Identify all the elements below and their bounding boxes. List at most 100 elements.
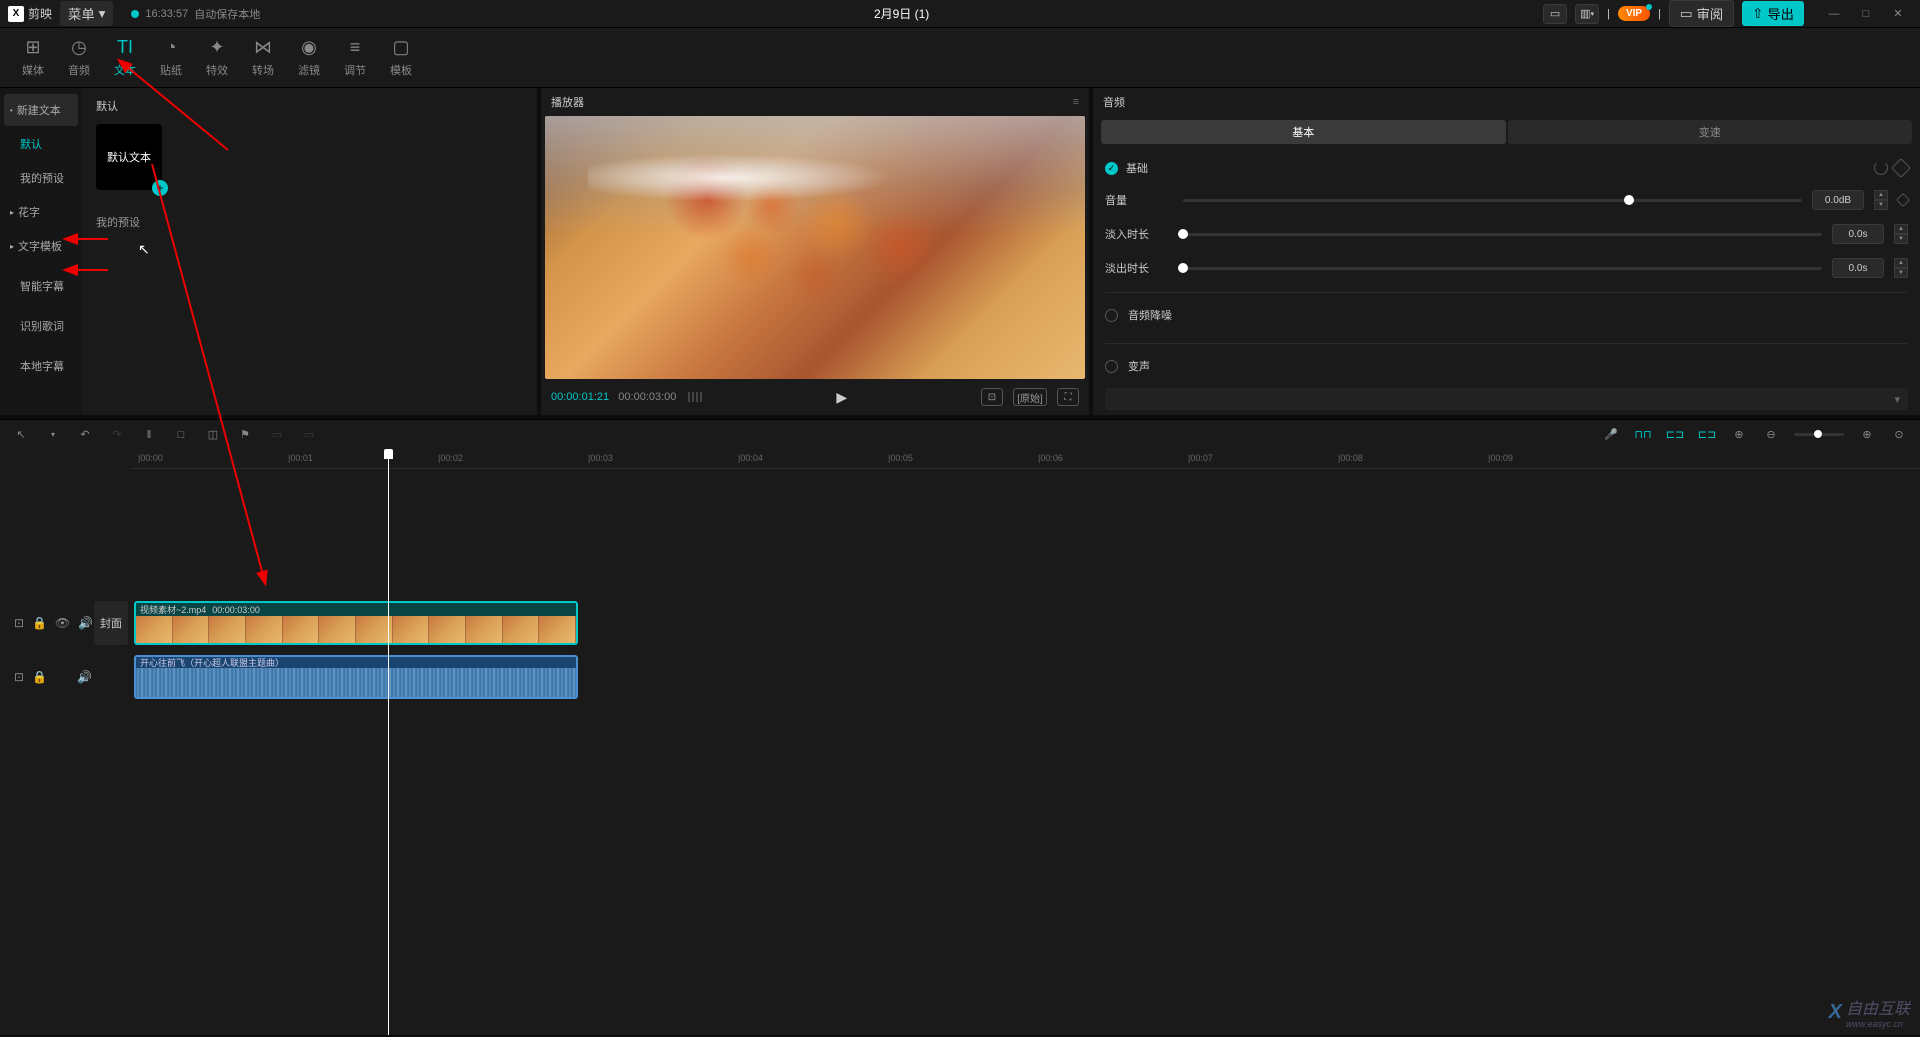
tab-effect[interactable]: ✦特效 <box>194 37 240 78</box>
play-button[interactable]: ▶ <box>710 389 973 406</box>
fadein-value[interactable]: 0.0s <box>1832 224 1884 244</box>
tab-template[interactable]: ▢模板 <box>378 37 424 78</box>
noise-checkbox[interactable] <box>1105 309 1118 322</box>
track-toggle-icon[interactable]: ⊡ <box>14 670 24 684</box>
fadeout-stepper[interactable]: ▲▼ <box>1894 258 1908 278</box>
sidebar-item-local-subtitle[interactable]: 本地字幕 <box>4 350 78 382</box>
keyframe-icon[interactable] <box>1891 158 1911 178</box>
volume-stepper[interactable]: ▲▼ <box>1874 190 1888 210</box>
sticker-icon: ◔ <box>166 37 177 58</box>
video-track-row: ⊡ 🔒 👁 🔊 封面 视频素材~2.mp4 00:00:03:00 <box>0 599 1920 647</box>
transition-icon: ⋈ <box>254 37 272 58</box>
zoom-out-button[interactable]: ⊖ <box>1762 426 1780 444</box>
noise-label: 音频降噪 <box>1128 307 1172 323</box>
media-icon: ⊞ <box>25 37 40 58</box>
audio-tab-speed[interactable]: 变速 <box>1508 120 1913 144</box>
fadein-slider[interactable] <box>1183 233 1822 236</box>
crop-tool[interactable]: ◫ <box>204 426 222 444</box>
fullscreen-icon[interactable]: ⛶ <box>1057 388 1079 406</box>
speaker-icon[interactable]: 🔊 <box>77 670 92 684</box>
export-icon: ⇧ <box>1752 6 1763 22</box>
preview-viewport[interactable] <box>545 116 1085 379</box>
sidebar-item-default[interactable]: 默认 <box>4 128 78 160</box>
tab-sticker[interactable]: ◔贴纸 <box>148 37 194 78</box>
template-icon: ▢ <box>392 37 409 58</box>
maximize-button[interactable]: □ <box>1852 4 1880 24</box>
layout-icon-2[interactable]: ▥▾ <box>1575 4 1599 24</box>
add-text-button[interactable]: + <box>152 180 168 196</box>
eye-icon[interactable]: 👁 <box>55 616 70 630</box>
audio-panel: 音频 基本 变速 ✓ 基础 音量 0.0dB ▲▼ <box>1093 88 1920 415</box>
chevron-down-icon: ▾ <box>99 6 106 22</box>
close-button[interactable]: ✕ <box>1884 4 1912 24</box>
cover-button[interactable]: 封面 <box>94 601 128 645</box>
tab-audio[interactable]: ◷音频 <box>56 37 102 78</box>
logo-icon: X <box>8 6 24 22</box>
sidebar-item-recognize-lyrics[interactable]: 识别歌词 <box>4 310 78 342</box>
sidebar-item-my-presets[interactable]: 我的预设 <box>4 162 78 194</box>
voice-checkbox[interactable] <box>1105 360 1118 373</box>
tab-text[interactable]: TI文本 <box>102 37 148 78</box>
zoom-in-button[interactable]: ⊕ <box>1858 426 1876 444</box>
redo-button[interactable]: ↷ <box>108 426 126 444</box>
export-button[interactable]: ⇧ 导出 <box>1742 1 1804 26</box>
mic-icon[interactable]: 🎤 <box>1602 426 1620 444</box>
cursor-tool[interactable]: ↖ <box>12 426 30 444</box>
tab-transition[interactable]: ⋈转场 <box>240 37 286 78</box>
sidebar-item-new-text[interactable]: •新建文本 <box>4 94 78 126</box>
volume-slider[interactable] <box>1183 199 1802 202</box>
timeline-ruler[interactable]: |00:00 |00:01 |00:02 |00:03 |00:04 |00:0… <box>130 449 1920 469</box>
adjust-icon: ≡ <box>350 37 361 58</box>
minimize-button[interactable]: — <box>1820 4 1848 24</box>
app-name: 剪映 <box>28 5 52 22</box>
magnet-tool-2[interactable]: ⊏⊐ <box>1666 426 1684 444</box>
audio-icon: ◷ <box>71 37 87 58</box>
tab-adjust[interactable]: ≡调节 <box>332 37 378 78</box>
lock-icon[interactable]: 🔒 <box>32 670 47 684</box>
video-clip[interactable]: 视频素材~2.mp4 00:00:03:00 <box>134 601 578 645</box>
flag-tool[interactable]: ⚑ <box>236 426 254 444</box>
delete-tool[interactable]: □ <box>172 426 190 444</box>
fadeout-value[interactable]: 0.0s <box>1832 258 1884 278</box>
section-default-label: 默认 <box>96 98 523 114</box>
cursor-dropdown[interactable]: ▾ <box>44 426 62 444</box>
frame-icon[interactable]: ⊡ <box>981 388 1003 406</box>
voice-select[interactable]: ▾ <box>1105 388 1908 410</box>
tab-media[interactable]: ⊞媒体 <box>10 37 56 78</box>
fadeout-slider[interactable] <box>1183 267 1822 270</box>
reset-icon[interactable] <box>1874 161 1888 175</box>
speaker-icon[interactable]: 🔊 <box>78 616 93 630</box>
split-tool[interactable]: ‖ <box>140 426 158 444</box>
app-logo: X 剪映 <box>8 5 52 22</box>
tab-filter[interactable]: ◉滤镜 <box>286 37 332 78</box>
volume-value[interactable]: 0.0dB <box>1812 190 1864 210</box>
volume-keyframe-icon[interactable] <box>1896 193 1910 207</box>
track-toggle-icon[interactable]: ⊡ <box>14 616 24 630</box>
align-tool[interactable]: ⊕ <box>1730 426 1748 444</box>
zoom-fit-button[interactable]: ⊙ <box>1890 426 1908 444</box>
preview-menu-icon[interactable]: ≡ <box>1073 96 1079 108</box>
basic-checkbox[interactable]: ✓ <box>1105 162 1118 175</box>
default-text-card[interactable]: 默认文本 + <box>96 124 162 190</box>
review-button[interactable]: ▭ 审阅 <box>1669 0 1734 27</box>
magnet-tool-3[interactable]: ⊏⊐ <box>1698 426 1716 444</box>
preview-panel: 播放器 ≡ 00:00:01:21 00:00:03:00 ▶ ⊡ [原始] ⛶ <box>541 88 1089 415</box>
undo-button[interactable]: ↶ <box>76 426 94 444</box>
vip-badge[interactable]: VIP <box>1618 6 1650 21</box>
layout-icon-1[interactable]: ▭ <box>1543 4 1567 24</box>
menu-button[interactable]: 菜单 ▾ <box>60 1 113 26</box>
autosave-dot-icon <box>131 10 139 18</box>
audio-tab-basic[interactable]: 基本 <box>1101 120 1506 144</box>
sidebar-item-text-template[interactable]: ▸文字模板 <box>4 230 78 262</box>
magnet-tool-1[interactable]: ⊓⊓ <box>1634 426 1652 444</box>
lock-icon[interactable]: 🔒 <box>32 616 47 630</box>
ratio-button[interactable]: [原始] <box>1013 388 1047 406</box>
audio-clip[interactable]: 开心往前飞（开心超人联盟主题曲） <box>134 655 578 699</box>
playhead[interactable] <box>388 449 389 1035</box>
zoom-slider[interactable] <box>1794 433 1844 436</box>
grip-icon <box>688 392 702 402</box>
basic-section-label: 基础 <box>1126 160 1148 176</box>
sidebar-item-fancy-text[interactable]: ▸花字 <box>4 196 78 228</box>
sidebar-item-smart-subtitle[interactable]: 智能字幕 <box>4 270 78 302</box>
fadein-stepper[interactable]: ▲▼ <box>1894 224 1908 244</box>
